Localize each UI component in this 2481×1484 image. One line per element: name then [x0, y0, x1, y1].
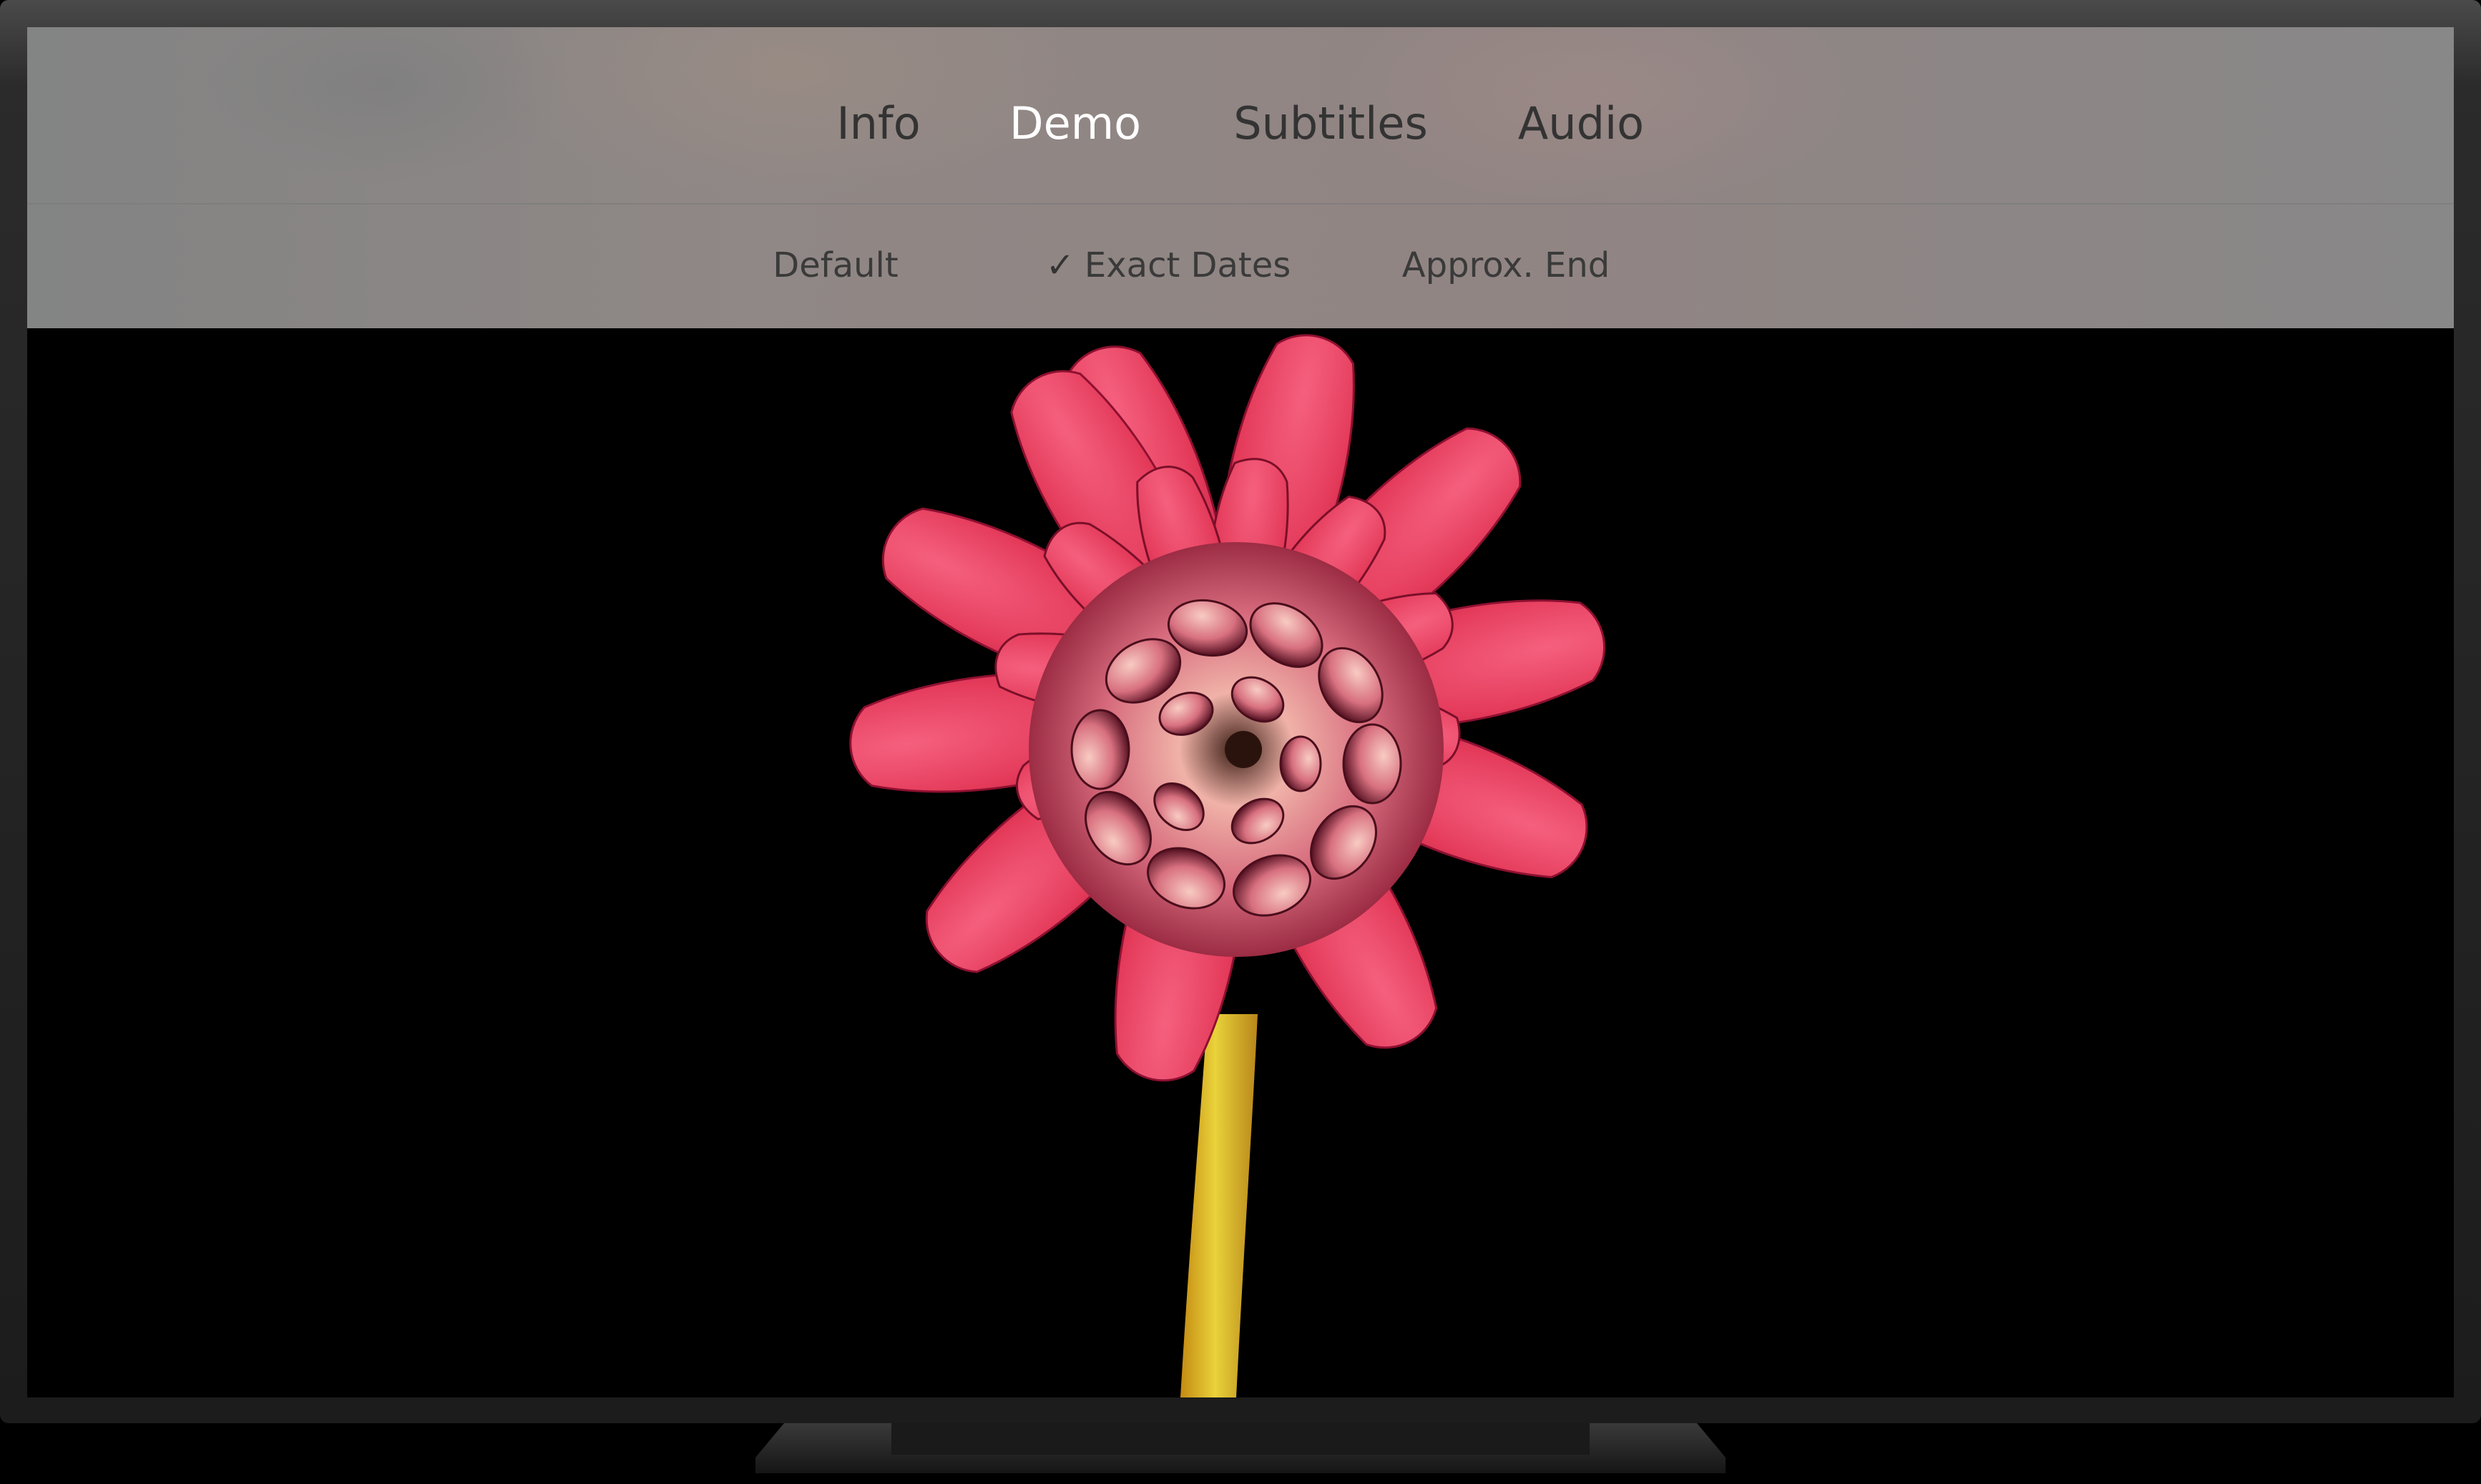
option-default[interactable]: Default: [773, 240, 898, 290]
option-exact-dates-label: Exact Dates: [1084, 245, 1291, 285]
tv-stand: [755, 1423, 1726, 1473]
tv-frame: Info Demo Subtitles Audio Default ✓ Exact…: [0, 0, 2481, 1423]
tab-subtitles[interactable]: Subtitles: [1233, 92, 1428, 156]
option-default-label: Default: [773, 245, 899, 285]
option-approx-end[interactable]: Approx. End: [1402, 240, 1610, 290]
checkmark-icon: ✓: [1045, 245, 1075, 285]
option-approx-end-label: Approx. End: [1401, 245, 1610, 285]
option-exact-dates[interactable]: ✓ Exact Dates: [1046, 240, 1291, 290]
tv-screen: Info Demo Subtitles Audio Default ✓ Exact…: [27, 27, 2454, 1397]
tab-audio[interactable]: Audio: [1518, 92, 1644, 156]
tab-demo[interactable]: Demo: [1009, 92, 1141, 156]
info-panel-overlay: Info Demo Subtitles Audio Default ✓ Exact…: [27, 27, 2454, 328]
demo-options-row: Default ✓ Exact Dates Approx. End: [27, 205, 2454, 328]
tab-info[interactable]: Info: [836, 92, 920, 156]
tab-bar: Info Demo Subtitles Audio: [27, 27, 2454, 205]
